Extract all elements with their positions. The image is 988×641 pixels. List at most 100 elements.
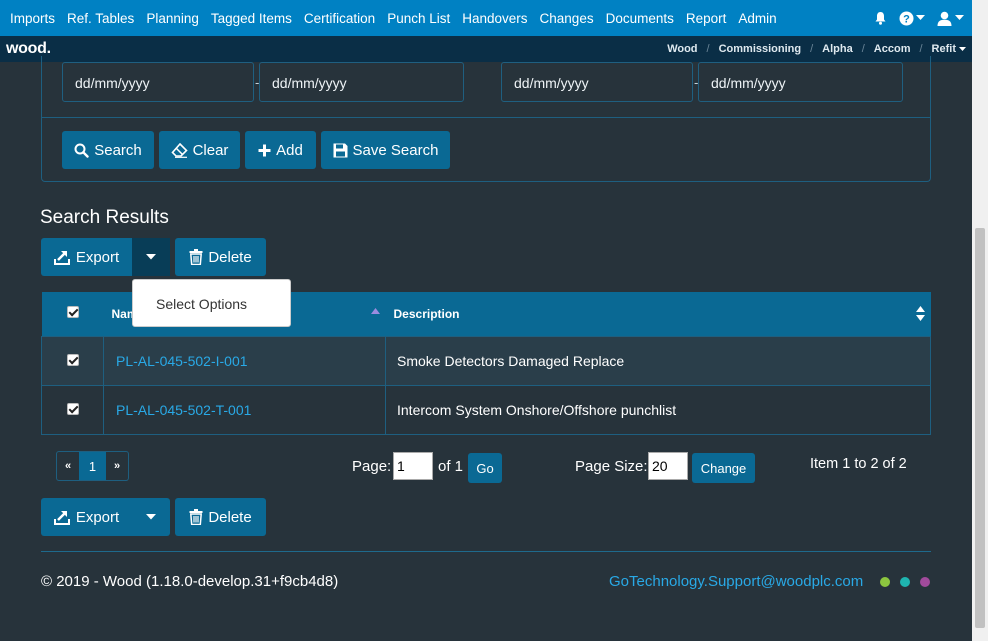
footer-divider bbox=[41, 551, 931, 552]
help-icon: ? bbox=[899, 11, 914, 25]
row-checkbox[interactable] bbox=[66, 402, 79, 415]
help-menu[interactable]: ? bbox=[899, 11, 925, 26]
export-button-bottom[interactable]: Export bbox=[41, 498, 132, 536]
plus-icon bbox=[258, 144, 271, 156]
caret-down-icon bbox=[955, 15, 964, 20]
punch-item-link[interactable]: PL-AL-045-502-I-001 bbox=[116, 353, 248, 369]
export-dropdown-toggle[interactable] bbox=[132, 238, 170, 276]
date-to-2[interactable]: dd/mm/yyyy bbox=[698, 62, 903, 102]
current-page-button[interactable]: 1 bbox=[79, 452, 106, 480]
svg-text:?: ? bbox=[903, 13, 910, 25]
description-column-header[interactable]: Description bbox=[385, 292, 931, 336]
date-to-1[interactable]: dd/mm/yyyy bbox=[259, 62, 464, 102]
row-name-cell: PL-AL-045-502-T-001 bbox=[103, 384, 386, 435]
nav-documents[interactable]: Documents bbox=[600, 11, 680, 26]
pagination: « 1 » bbox=[56, 451, 129, 481]
green-dot bbox=[880, 577, 890, 587]
row-name-cell: PL-AL-045-502-I-001 bbox=[103, 335, 386, 386]
page-size-label: Page Size: bbox=[575, 458, 648, 475]
user-icon bbox=[937, 11, 952, 26]
description-column-label: Description bbox=[393, 306, 460, 321]
trash-icon bbox=[189, 249, 203, 265]
nav-changes[interactable]: Changes bbox=[534, 11, 600, 26]
table-row[interactable]: PL-AL-045-502-T-001 Intercom System Onsh… bbox=[41, 384, 931, 435]
export-dropdown-toggle-bottom[interactable] bbox=[132, 498, 170, 536]
nav-admin[interactable]: Admin bbox=[732, 11, 782, 26]
page-label: Page: bbox=[352, 458, 392, 475]
breadcrumb-separator: / bbox=[919, 43, 923, 55]
select-all-header bbox=[41, 292, 104, 336]
page-scrollbar[interactable] bbox=[972, 0, 988, 641]
export-dropdown-menu: Select Options bbox=[132, 279, 291, 327]
breadcrumb-commissioning[interactable]: Commissioning bbox=[719, 43, 802, 55]
delete-button-bottom[interactable]: Delete bbox=[175, 498, 266, 536]
breadcrumb-refit[interactable]: Refit bbox=[932, 43, 956, 55]
delete-button-label: Delete bbox=[208, 508, 252, 526]
breadcrumb-wood[interactable]: Wood bbox=[667, 43, 697, 55]
page-size-input[interactable]: 20 bbox=[648, 452, 688, 480]
save-search-button[interactable]: Save Search bbox=[321, 131, 450, 169]
caret-down-icon bbox=[146, 514, 156, 520]
breadcrumb-separator: / bbox=[861, 43, 865, 55]
export-button-label: Export bbox=[75, 248, 120, 266]
nav-tagged-items[interactable]: Tagged Items bbox=[205, 11, 298, 26]
export-button-top[interactable]: Export bbox=[41, 238, 132, 276]
trash-icon bbox=[189, 509, 203, 525]
eraser-icon bbox=[170, 142, 188, 158]
row-select-cell bbox=[41, 335, 104, 386]
export-icon bbox=[53, 251, 70, 265]
nav-certification[interactable]: Certification bbox=[298, 11, 381, 26]
add-button[interactable]: Add bbox=[245, 131, 316, 169]
search-button[interactable]: Search bbox=[62, 131, 154, 169]
change-page-size-button[interactable]: Change bbox=[692, 453, 755, 483]
row-description-cell: Smoke Detectors Damaged Replace bbox=[385, 335, 931, 386]
search-results-heading: Search Results bbox=[40, 207, 169, 228]
nav-imports[interactable]: Imports bbox=[0, 11, 61, 26]
clear-button-label: Clear bbox=[192, 141, 229, 159]
date-from-1[interactable]: dd/mm/yyyy bbox=[62, 62, 254, 102]
nav-planning[interactable]: Planning bbox=[140, 11, 205, 26]
panel-divider bbox=[42, 117, 930, 118]
copyright-text: © 2019 - Wood (1.18.0-develop.31+f9cb4d8… bbox=[41, 573, 339, 590]
delete-button-label: Delete bbox=[208, 248, 252, 266]
next-page-button[interactable]: » bbox=[106, 452, 128, 480]
caret-down-icon bbox=[959, 46, 966, 51]
go-button[interactable]: Go bbox=[468, 453, 502, 483]
caret-down-icon bbox=[916, 15, 925, 20]
breadcrumb-separator: / bbox=[706, 43, 710, 55]
user-menu[interactable] bbox=[937, 11, 964, 26]
nav-punch-list[interactable]: Punch List bbox=[381, 11, 456, 26]
nav-report[interactable]: Report bbox=[680, 11, 733, 26]
prev-page-button[interactable]: « bbox=[57, 452, 79, 480]
teal-dot bbox=[900, 577, 910, 587]
date-from-2[interactable]: dd/mm/yyyy bbox=[501, 62, 693, 102]
punch-item-link[interactable]: PL-AL-045-502-T-001 bbox=[116, 402, 251, 418]
page-number-input[interactable]: 1 bbox=[393, 452, 433, 480]
row-checkbox[interactable] bbox=[66, 353, 79, 366]
nav-ref-tables[interactable]: Ref. Tables bbox=[61, 11, 140, 26]
select-options-item[interactable]: Select Options bbox=[156, 296, 247, 312]
breadcrumb-alpha[interactable]: Alpha bbox=[822, 43, 853, 55]
save-search-button-label: Save Search bbox=[352, 141, 439, 159]
sort-asc-icon bbox=[370, 308, 380, 314]
page-of-text: of 1 bbox=[438, 458, 464, 475]
caret-down-icon bbox=[146, 254, 156, 260]
search-icon bbox=[74, 143, 89, 158]
support-email-link[interactable]: GoTechnology.Support@woodplc.com bbox=[609, 573, 863, 590]
add-button-label: Add bbox=[276, 141, 303, 159]
breadcrumb-accom[interactable]: Accom bbox=[874, 43, 911, 55]
nav-handovers[interactable]: Handovers bbox=[456, 11, 533, 26]
scrollbar-thumb[interactable] bbox=[975, 228, 985, 628]
bell-icon[interactable] bbox=[874, 11, 887, 25]
export-icon bbox=[53, 511, 70, 525]
breadcrumb-separator: / bbox=[810, 43, 814, 55]
search-button-label: Search bbox=[94, 141, 142, 159]
sort-icon bbox=[915, 306, 925, 321]
floppy-disk-icon bbox=[333, 143, 348, 157]
select-all-checkbox[interactable] bbox=[66, 306, 79, 319]
row-select-cell bbox=[41, 384, 104, 435]
clear-button[interactable]: Clear bbox=[159, 131, 240, 169]
delete-button-top[interactable]: Delete bbox=[175, 238, 266, 276]
table-row[interactable]: PL-AL-045-502-I-001 Smoke Detectors Dama… bbox=[41, 335, 931, 386]
export-button-label: Export bbox=[75, 508, 120, 526]
